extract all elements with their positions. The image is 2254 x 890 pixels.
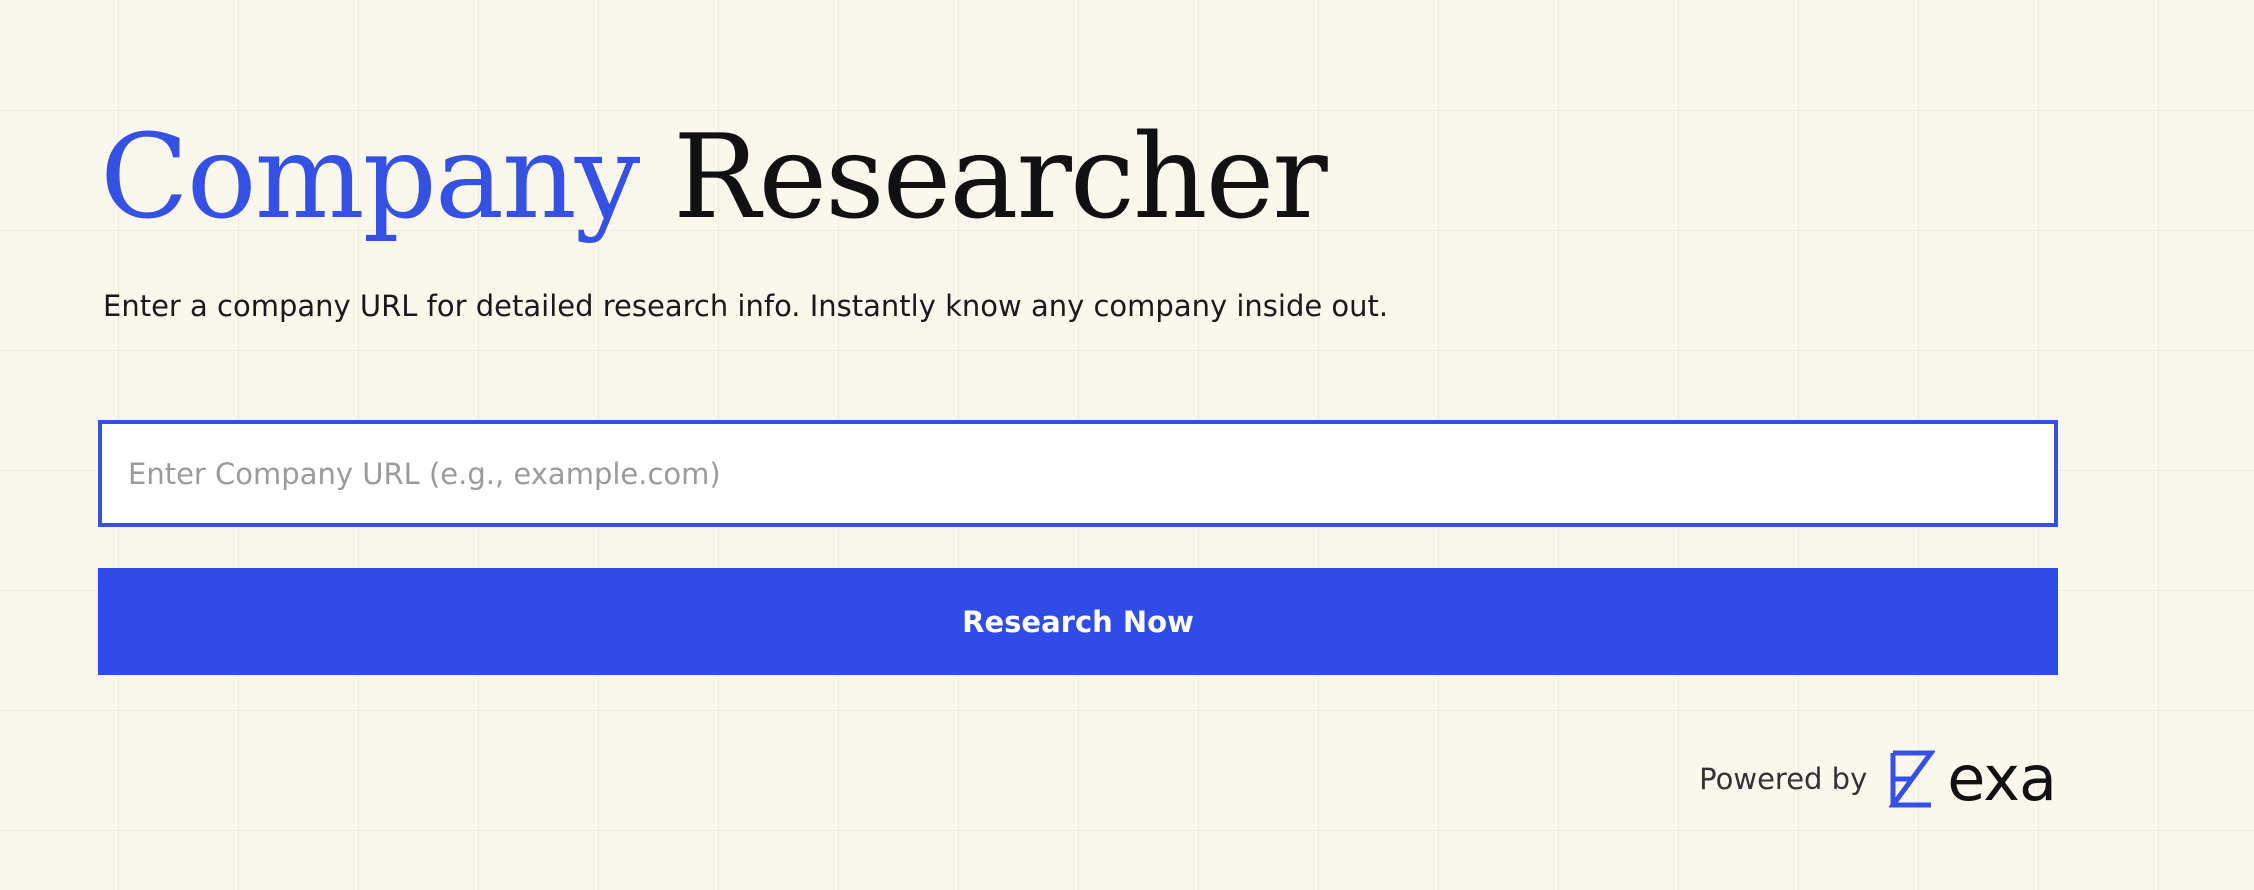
company-url-input[interactable] [98,420,2058,527]
research-now-button[interactable]: Research Now [98,568,2058,675]
exa-brand-name: exa [1947,742,2057,815]
powered-by: Powered by exa [1699,742,2057,815]
page-subtitle: Enter a company URL for detailed researc… [103,289,1389,323]
page-title: Company Researcher [100,108,1328,248]
powered-by-label: Powered by [1699,762,1868,796]
exa-logo-icon [1889,750,1936,808]
title-accent: Company [100,110,640,245]
title-rest: Researcher [673,110,1328,245]
